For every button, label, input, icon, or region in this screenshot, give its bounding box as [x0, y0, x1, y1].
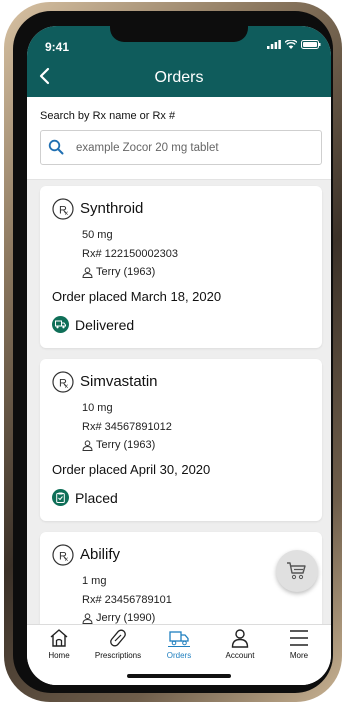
order-status: Delivered	[52, 316, 134, 333]
battery-icon	[301, 40, 321, 49]
drug-name: Simvastatin	[80, 373, 158, 390]
rx-number: Rx# 122150002303	[82, 248, 179, 260]
home-icon	[50, 629, 68, 647]
svg-text:x: x	[65, 384, 68, 390]
tab-label: More	[289, 651, 309, 660]
drug-dose: 1 mg	[82, 575, 107, 587]
delivery-truck-icon	[168, 631, 190, 647]
order-card[interactable]: R x Simvastatin 10 mg Rx# 34567891012 Te…	[40, 359, 322, 521]
status-icons	[267, 40, 321, 49]
drug-dose: 10 mg	[82, 402, 113, 414]
cart-button[interactable]	[276, 550, 318, 592]
patient-name: Terry (1963)	[96, 266, 156, 278]
tab-prescriptions[interactable]: Prescriptions	[88, 625, 148, 665]
tab-label: Orders	[166, 651, 192, 660]
patient: Terry (1963)	[82, 266, 155, 278]
drug-name: Synthroid	[80, 200, 144, 217]
person-icon	[82, 612, 93, 624]
tab-label: Home	[48, 651, 70, 660]
status-label: Placed	[75, 489, 118, 506]
rx-icon: R x	[52, 198, 74, 220]
tab-account[interactable]: Account	[210, 625, 270, 665]
clipboard-icon	[52, 489, 69, 506]
tab-more[interactable]: More	[269, 625, 329, 665]
rx-number: Rx# 34567891012	[82, 421, 172, 433]
status-label: Delivered	[75, 316, 135, 333]
wifi-icon	[285, 40, 297, 49]
person-icon	[82, 439, 93, 451]
tab-home[interactable]: Home	[29, 625, 89, 665]
svg-text:x: x	[65, 557, 68, 563]
delivery-truck-icon	[52, 316, 69, 333]
pill-icon	[110, 629, 126, 647]
order-placed-date: Order placed April 30, 2020	[52, 462, 211, 477]
search-box[interactable]	[40, 130, 322, 165]
status-time: 9:41	[45, 40, 70, 54]
rx-icon: R x	[52, 544, 74, 566]
order-card[interactable]: R x Synthroid 50 mg Rx# 122150002303 Ter…	[40, 186, 322, 348]
cart-icon	[287, 562, 306, 580]
patient-name: Terry (1963)	[96, 439, 156, 451]
bottom-tab-bar: Home Prescriptions Orders Account More	[27, 624, 331, 685]
person-icon	[231, 629, 249, 648]
phone-notch	[110, 26, 248, 42]
patient: Jerry (1990)	[82, 612, 155, 624]
menu-icon	[290, 630, 308, 646]
search-input[interactable]	[74, 137, 316, 159]
page-title: Orders	[154, 69, 204, 86]
drug-name: Abilify	[80, 546, 121, 563]
tab-label: Account	[225, 651, 255, 660]
patient: Terry (1963)	[82, 439, 155, 451]
signal-icon	[267, 40, 281, 49]
rx-icon: R x	[52, 371, 74, 393]
person-icon	[82, 266, 93, 278]
order-status: Placed	[52, 489, 118, 506]
tab-orders[interactable]: Orders	[149, 625, 209, 665]
search-section: Search by Rx name or Rx #	[27, 97, 331, 180]
phone-screen: 9:41 Orders Search by Rx name or Rx # ex…	[27, 26, 331, 685]
svg-text:x: x	[65, 211, 68, 217]
search-icon	[48, 139, 64, 155]
tab-label: Prescriptions	[94, 651, 142, 660]
patient-name: Jerry (1990)	[96, 612, 156, 624]
drug-dose: 50 mg	[82, 229, 113, 241]
search-label: Search by Rx name or Rx #	[40, 110, 176, 122]
rx-number: Rx# 23456789101	[82, 594, 172, 606]
home-indicator[interactable]	[127, 674, 231, 678]
order-placed-date: Order placed March 18, 2020	[52, 289, 222, 304]
